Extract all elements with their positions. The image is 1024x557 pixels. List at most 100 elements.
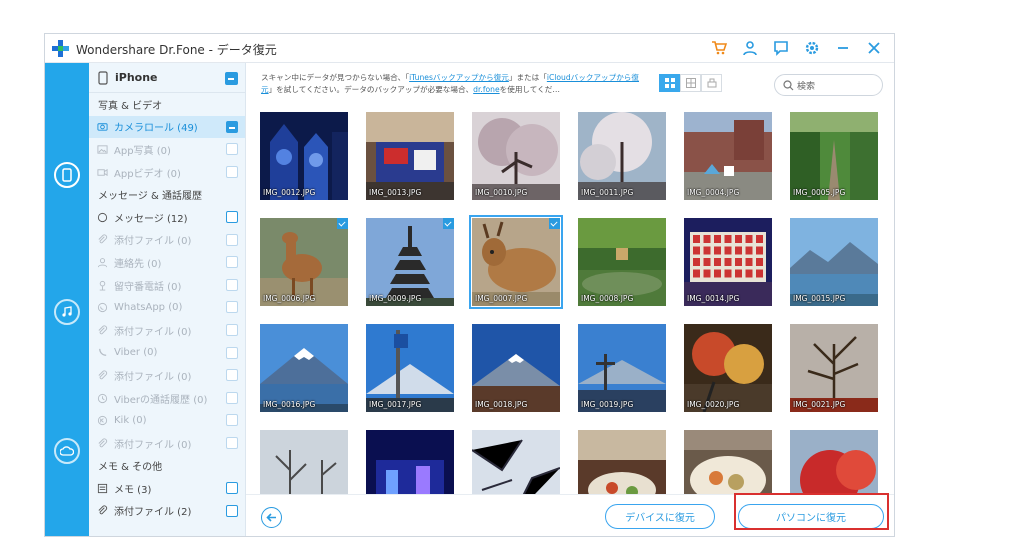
category-checkbox xyxy=(226,278,238,291)
attachment-icon xyxy=(98,325,108,335)
category-item: Viberの通話履歴 (0) xyxy=(89,387,245,410)
category-label: WhatsApp (0) xyxy=(114,302,183,314)
restore-to-device-button[interactable]: デバイスに復元 xyxy=(605,504,715,529)
photo-thumbnail[interactable]: IMG_0006.JPG xyxy=(260,218,348,306)
category-item[interactable]: メッセージ (12) xyxy=(89,206,245,229)
category-checkbox xyxy=(226,323,238,336)
photo-thumbnail[interactable]: IMG_0012.JPG xyxy=(260,112,348,200)
photo-thumbnail[interactable] xyxy=(578,430,666,504)
photo-filename: IMG_0020.JPG xyxy=(687,400,740,409)
photo-thumbnail[interactable]: IMG_0016.JPG xyxy=(260,324,348,412)
category-section: メッセージ & 通話履歴 xyxy=(89,183,245,206)
category-label: Appビデオ (0) xyxy=(114,168,181,180)
large-view-icon[interactable] xyxy=(680,74,701,92)
photo-thumbnail[interactable]: IMG_0018.JPG xyxy=(472,324,560,412)
category-label: 添付ファイル (0) xyxy=(114,439,192,451)
restore-to-computer-button[interactable]: パソコンに復元 xyxy=(738,504,884,529)
user-icon[interactable] xyxy=(740,38,760,58)
section-label: メッセージ & 通話履歴 xyxy=(98,191,202,203)
minimize-icon[interactable] xyxy=(833,38,853,58)
view-toggle xyxy=(659,74,722,92)
photo-thumbnail[interactable]: IMG_0014.JPG xyxy=(684,218,772,306)
feedback-icon[interactable] xyxy=(771,38,791,58)
icloud-recover-icon[interactable] xyxy=(54,438,80,464)
photo-image xyxy=(790,218,878,306)
device-recover-icon[interactable] xyxy=(54,162,80,188)
search-box[interactable]: 検索 xyxy=(774,74,883,96)
back-button[interactable] xyxy=(261,507,282,528)
photo-thumbnail[interactable]: IMG_0010.JPG xyxy=(472,112,560,200)
photo-thumbnail[interactable]: IMG_0008.JPG xyxy=(578,218,666,306)
photo-thumbnail[interactable]: IMG_0007.JPG xyxy=(469,215,563,309)
device-header: iPhone xyxy=(89,63,245,93)
photo-filename: IMG_0005.JPG xyxy=(793,188,846,197)
photo-checkbox[interactable] xyxy=(549,218,560,229)
photo-image xyxy=(790,430,878,504)
photo-thumbnail[interactable]: IMG_0005.JPG xyxy=(790,112,878,200)
photo-thumbnail[interactable]: IMG_0013.JPG xyxy=(366,112,454,200)
photo-thumbnail[interactable]: IMG_0021.JPG xyxy=(790,324,878,412)
category-item: 添付ファイル (0) xyxy=(89,229,245,252)
photo-image xyxy=(684,324,772,412)
photo-image xyxy=(578,324,666,412)
photo-thumbnail[interactable]: IMG_0009.JPG xyxy=(366,218,454,306)
select-all-checkbox[interactable] xyxy=(225,72,238,85)
category-item[interactable]: カメラロール (49) xyxy=(89,115,245,139)
photo-filename: IMG_0017.JPG xyxy=(369,400,422,409)
photo-thumbnail[interactable] xyxy=(790,430,878,504)
photo-thumbnail[interactable]: IMG_0004.JPG xyxy=(684,112,772,200)
app-window: Wondershare Dr.Fone - データ復元 iPhone 写真 & … xyxy=(44,33,895,537)
photo-thumbnail[interactable]: IMG_0020.JPG xyxy=(684,324,772,412)
photo-image xyxy=(472,430,560,504)
category-item: 添付ファイル (0) xyxy=(89,319,245,342)
photo-thumbnail[interactable] xyxy=(260,430,348,504)
category-section: メモ & その他 xyxy=(89,455,245,478)
category-item: 添付ファイル (0) xyxy=(89,432,245,455)
category-checkbox xyxy=(226,369,238,382)
photo-thumbnail[interactable]: IMG_0019.JPG xyxy=(578,324,666,412)
itunes-recover-icon[interactable] xyxy=(54,299,80,325)
arrow-left-icon xyxy=(266,513,276,522)
device-name: iPhone xyxy=(115,71,158,84)
photo-image xyxy=(260,218,348,306)
clock-icon xyxy=(97,393,108,403)
photo-thumbnail[interactable] xyxy=(366,430,454,504)
notice-part: を使用してくだ… xyxy=(499,85,560,94)
category-label: メモ (3) xyxy=(114,484,152,496)
category-checkbox[interactable] xyxy=(226,210,238,223)
photo-checkbox[interactable] xyxy=(443,218,454,229)
notice-text: スキャン中にデータが見つからない場合、「iTunesバックアップから復元」または… xyxy=(261,72,650,98)
attachment-icon xyxy=(98,505,108,515)
photo-thumbnail[interactable] xyxy=(472,430,560,504)
photo-checkbox[interactable] xyxy=(337,218,348,229)
search-icon xyxy=(783,79,794,90)
category-checkbox[interactable] xyxy=(226,482,238,495)
photo-filename: IMG_0014.JPG xyxy=(687,294,740,303)
photo-filename: IMG_0013.JPG xyxy=(369,188,422,197)
category-checkbox xyxy=(226,143,238,156)
category-checkbox[interactable] xyxy=(226,504,238,517)
photo-thumbnail[interactable]: IMG_0011.JPG xyxy=(578,112,666,200)
list-view-icon[interactable] xyxy=(701,74,722,92)
search-input[interactable]: 検索 xyxy=(797,79,815,92)
photo-thumbnail[interactable] xyxy=(684,430,772,504)
category-checkbox xyxy=(226,391,238,404)
photo-filename: IMG_0007.JPG xyxy=(475,294,528,303)
settings-icon[interactable] xyxy=(802,38,822,58)
photo-filename: IMG_0019.JPG xyxy=(581,400,634,409)
cart-icon[interactable] xyxy=(709,38,729,58)
category-item[interactable]: 添付ファイル (2) xyxy=(89,500,245,523)
category-section: 写真 & ビデオ xyxy=(89,93,245,116)
category-checkbox[interactable] xyxy=(226,120,238,133)
category-item[interactable]: メモ (3) xyxy=(89,477,245,500)
notice-part: 」または「 xyxy=(508,73,547,82)
drfone-logo xyxy=(52,40,69,57)
category-label: Kik (0) xyxy=(114,415,147,427)
grid-view-icon[interactable] xyxy=(659,74,680,92)
close-icon[interactable] xyxy=(864,38,884,58)
photo-thumbnail[interactable]: IMG_0017.JPG xyxy=(366,324,454,412)
itunes-backup-link[interactable]: iTunesバックアップから復元 xyxy=(409,73,509,82)
photo-filename: IMG_0004.JPG xyxy=(687,188,740,197)
drfone-link[interactable]: dr.fone xyxy=(473,85,499,94)
photo-thumbnail[interactable]: IMG_0015.JPG xyxy=(790,218,878,306)
